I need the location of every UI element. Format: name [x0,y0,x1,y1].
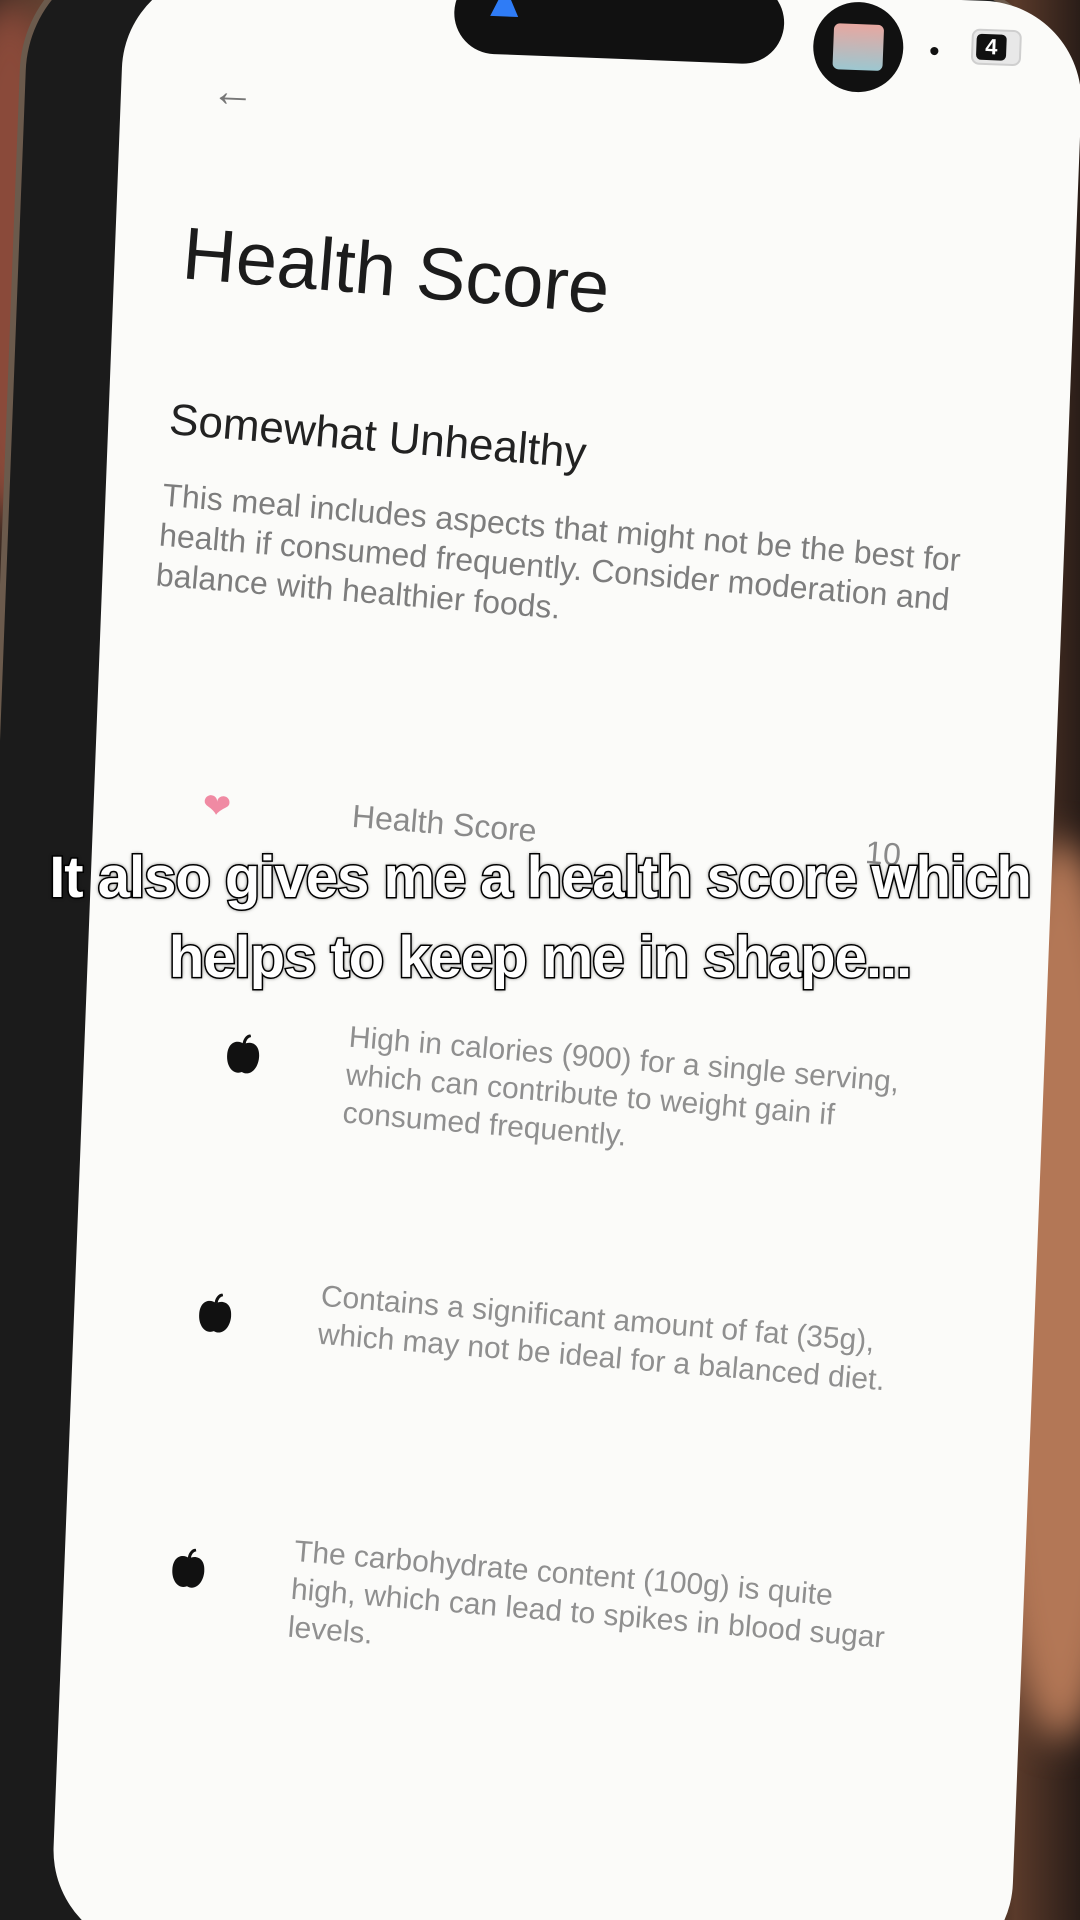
reason-text: High in calories (900) for a single serv… [341,1020,901,1153]
video-caption: It also gives me a health score which he… [48,844,1034,992]
dynamic-island [452,0,786,66]
reason-text: Contains a significant amount of fat (35… [316,1279,887,1398]
video-frame: 3:06 • 4 ← Health Score Somewhat Unhealt… [0,0,1080,1920]
battery-icon: 4 [970,28,1023,67]
battery-level: 4 [975,33,1007,61]
reason-text: The carbohydrate content (100g) is quite… [286,1535,886,1655]
apple-icon [172,1548,205,1588]
verdict-description: This meal includes aspects that might no… [154,476,962,626]
apple-icon [227,1034,260,1074]
apple-icon [199,1293,232,1333]
status-time: 3:06 [254,0,336,9]
back-arrow-icon[interactable]: ← [210,66,256,118]
navigation-arrow-icon [490,0,520,18]
broken-heart-icon: ❤ [200,786,233,827]
wifi-icon: • [928,34,941,69]
thumbnail-image [832,23,885,72]
page-title: Health Score [179,211,613,330]
verdict-title: Somewhat Unhealthy [167,394,589,479]
picture-in-picture-thumbnail[interactable] [811,0,905,94]
